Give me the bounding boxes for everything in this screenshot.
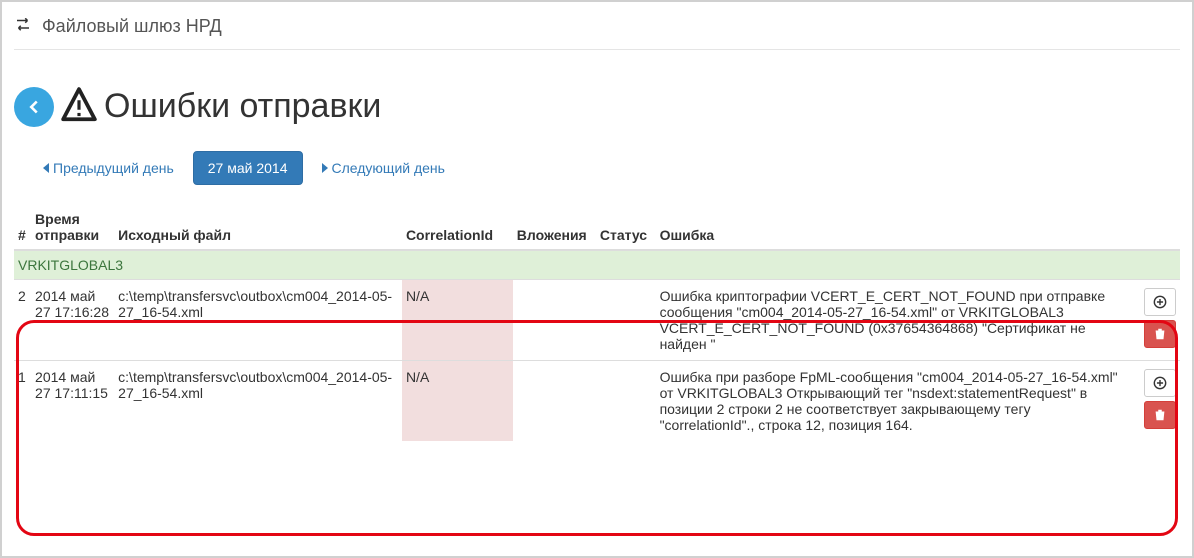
swap-icon (14, 18, 32, 35)
cell-attach (513, 280, 596, 361)
col-err-header: Ошибка (656, 205, 1129, 250)
chevron-left-icon (43, 163, 49, 173)
trash-icon (1153, 408, 1167, 422)
group-row: VRKITGLOBAL3 (14, 250, 1180, 280)
col-corr-header: CorrelationId (402, 205, 513, 250)
date-navigation: Предыдущий день 27 май 2014 Следующий де… (28, 151, 1180, 185)
cell-time: 2014 май 27 17:16:28 (31, 280, 114, 361)
trash-icon (1153, 327, 1167, 341)
retry-button[interactable] (1144, 288, 1176, 316)
current-date-button[interactable]: 27 май 2014 (193, 151, 303, 185)
delete-button[interactable] (1144, 320, 1176, 348)
col-num-header: # (14, 205, 31, 250)
plus-circle-icon (1153, 295, 1167, 309)
prev-day-button[interactable]: Предыдущий день (28, 151, 189, 185)
retry-button[interactable] (1144, 369, 1176, 397)
app-header: Файловый шлюз НРД (14, 12, 1180, 50)
cell-file: c:\temp\transfersvc\outbox\cm004_2014-05… (114, 280, 402, 361)
table-row: 2 2014 май 27 17:16:28 c:\temp\transfers… (14, 280, 1180, 361)
group-label: VRKITGLOBAL3 (14, 250, 1180, 280)
current-date-label: 27 май 2014 (208, 160, 288, 176)
cell-num: 1 (14, 361, 31, 442)
cell-correlation: N/A (402, 361, 513, 442)
col-time-header: Время отправки (31, 205, 114, 250)
back-button[interactable] (14, 87, 54, 127)
col-file-header: Исходный файл (114, 205, 402, 250)
next-day-label: Следующий день (332, 160, 445, 176)
plus-circle-icon (1153, 376, 1167, 390)
cell-error: Ошибка при разборе FpML-сообщения "cm004… (656, 361, 1129, 442)
warning-icon (60, 86, 98, 127)
page-title: Ошибки отправки (104, 87, 381, 126)
cell-file: c:\temp\transfersvc\outbox\cm004_2014-05… (114, 361, 402, 442)
cell-time: 2014 май 27 17:11:15 (31, 361, 114, 442)
cell-error: Ошибка криптографии VCERT_E_CERT_NOT_FOU… (656, 280, 1129, 361)
col-status-header: Статус (596, 205, 656, 250)
col-attach-header: Вложения (513, 205, 596, 250)
next-day-button[interactable]: Следующий день (307, 151, 460, 185)
table-row: 1 2014 май 27 17:11:15 c:\temp\transfers… (14, 361, 1180, 442)
cell-status (596, 280, 656, 361)
delete-button[interactable] (1144, 401, 1176, 429)
cell-correlation: N/A (402, 280, 513, 361)
errors-table: # Время отправки Исходный файл Correlati… (14, 205, 1180, 441)
cell-attach (513, 361, 596, 442)
chevron-right-icon (322, 163, 328, 173)
prev-day-label: Предыдущий день (53, 160, 174, 176)
brand-title: Файловый шлюз НРД (42, 16, 222, 37)
cell-status (596, 361, 656, 442)
cell-num: 2 (14, 280, 31, 361)
